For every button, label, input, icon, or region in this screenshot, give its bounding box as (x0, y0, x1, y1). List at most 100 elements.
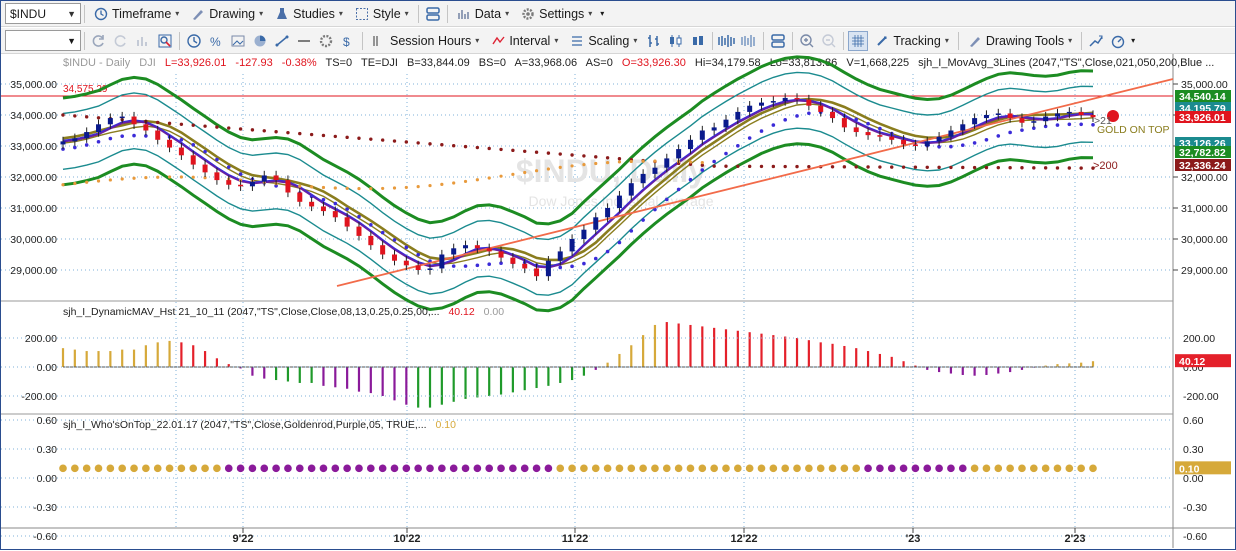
settings-button[interactable]: Settings ▾ (515, 3, 598, 25)
ma200-dot (357, 136, 361, 140)
who-on-top-dot (627, 464, 636, 473)
chart-svg[interactable]: $INDU, Daily Dow Jones Industrial Averag… (1, 54, 1235, 548)
ma21-dot (605, 249, 610, 254)
search-chart-icon[interactable] (155, 31, 175, 51)
candle-down (415, 265, 421, 270)
ma21-dot (700, 168, 705, 172)
panel-layout-icon[interactable] (768, 31, 788, 51)
gauge-icon[interactable] (1108, 31, 1128, 51)
separator (84, 31, 85, 50)
ma200-dot (925, 165, 929, 169)
candle-down (190, 155, 196, 165)
hollow-candle-icon[interactable] (688, 31, 708, 51)
data-button[interactable]: Data ▾ (451, 3, 515, 25)
who-on-top-dot (260, 464, 269, 473)
reload-icon[interactable] (111, 31, 131, 51)
image-icon[interactable] (228, 31, 248, 51)
percent-icon[interactable]: % (206, 31, 226, 51)
candle-down (830, 111, 836, 119)
who-on-top-dot (236, 464, 245, 473)
ma200-dot (96, 116, 101, 120)
ma200-dot (84, 115, 89, 119)
tracking-button[interactable]: Tracking ▾ (869, 30, 954, 52)
ma-orange-dot (688, 160, 693, 164)
chart-up-icon[interactable] (1086, 31, 1106, 51)
bar-chart-icon[interactable] (133, 31, 153, 51)
interval-input[interactable]: ▼ (5, 30, 81, 51)
bars-icon[interactable] (717, 31, 737, 51)
layout-icon[interactable] (423, 4, 443, 24)
who-on-top-dot (580, 464, 588, 473)
drawing-label: Drawing (209, 6, 256, 21)
chart-area[interactable]: $INDU, Daily Dow Jones Industrial Averag… (1, 54, 1235, 548)
candlestick-icon[interactable] (666, 31, 686, 51)
gear-icon[interactable] (316, 31, 336, 51)
ma200-dot (203, 124, 207, 128)
chevron-down-icon[interactable]: ▼ (67, 9, 76, 19)
who-on-top-dot (142, 464, 150, 473)
panel3-right-label: -0.60 (1183, 531, 1207, 543)
studies-label: Studies (293, 6, 335, 21)
who-on-top-dot (213, 464, 221, 473)
left-price-tick-label: 35,000.00 (10, 79, 57, 91)
session-hours-button[interactable]: Session Hours ▾ (366, 30, 485, 52)
clock-icon[interactable] (184, 31, 204, 51)
ma200-dot (605, 156, 610, 160)
who-on-top-dot (1077, 464, 1085, 473)
ma200-dot (901, 165, 906, 169)
who-on-top-dot (94, 464, 103, 473)
symbol-value: $INDU (10, 6, 47, 21)
zoom-in-icon[interactable] (797, 31, 817, 51)
ma200-dot (771, 164, 776, 169)
overflow-icon[interactable]: ▾ (600, 9, 604, 18)
who-on-top-dot (568, 464, 576, 473)
drawing-tools-button[interactable]: Drawing Tools ▾ (962, 30, 1078, 52)
candle-down (143, 124, 149, 131)
candle-up (261, 175, 267, 182)
candle-down (356, 226, 362, 236)
timeframe-button[interactable]: Timeframe ▾ (88, 3, 185, 25)
pie-icon[interactable] (250, 31, 270, 51)
ohlc-icon[interactable] (644, 31, 664, 51)
who-on-top-dot (970, 464, 979, 473)
ma21-dot (73, 145, 77, 150)
ma200-dot (451, 143, 456, 148)
zoom-out-icon[interactable] (819, 31, 839, 51)
who-on-top-dot (722, 464, 730, 473)
overflow-icon[interactable]: ▾ (1131, 36, 1135, 45)
trendline-icon[interactable] (272, 31, 292, 51)
candle-up (439, 254, 445, 269)
ma-orange-dot (653, 159, 657, 163)
line-icon[interactable] (294, 31, 314, 51)
who-on-top-dot (118, 464, 126, 473)
separator (417, 4, 419, 23)
who-on-top-dot (769, 464, 778, 473)
header-last: L=33,926.01 (165, 57, 226, 69)
candle-down (214, 172, 220, 181)
who-on-top-dot (248, 464, 257, 473)
interval-button[interactable]: Interval ▾ (485, 30, 564, 52)
who-on-top-dot (674, 464, 683, 473)
panel2-left-label: 200.00 (25, 333, 57, 345)
ma200-dot (1020, 166, 1024, 170)
style-button[interactable]: Style ▾ (349, 3, 415, 25)
ma21-dot (345, 207, 349, 211)
drawing-button[interactable]: Drawing ▾ (185, 3, 269, 25)
who-on-top-dot (449, 464, 458, 473)
grid-icon[interactable] (848, 30, 869, 51)
who-on-top-dot (189, 464, 198, 473)
symbol-input[interactable]: $INDU ▼ (5, 3, 81, 24)
thin-bars-icon[interactable] (739, 31, 759, 51)
studies-button[interactable]: Studies ▾ (269, 3, 349, 25)
chevron-down-icon[interactable]: ▼ (67, 36, 76, 46)
refresh-icon[interactable] (89, 31, 109, 51)
chevron-down-icon: ▾ (475, 36, 480, 45)
who-on-top-dot (355, 464, 363, 473)
ma-orange-dot (452, 181, 456, 185)
ma200-dot (487, 146, 491, 151)
ma21-dot (333, 201, 338, 206)
ma21-dot (1079, 122, 1083, 127)
dollar-icon[interactable]: $ (338, 31, 358, 51)
scaling-button[interactable]: Scaling ▾ (564, 30, 643, 52)
candle-down (877, 135, 883, 137)
